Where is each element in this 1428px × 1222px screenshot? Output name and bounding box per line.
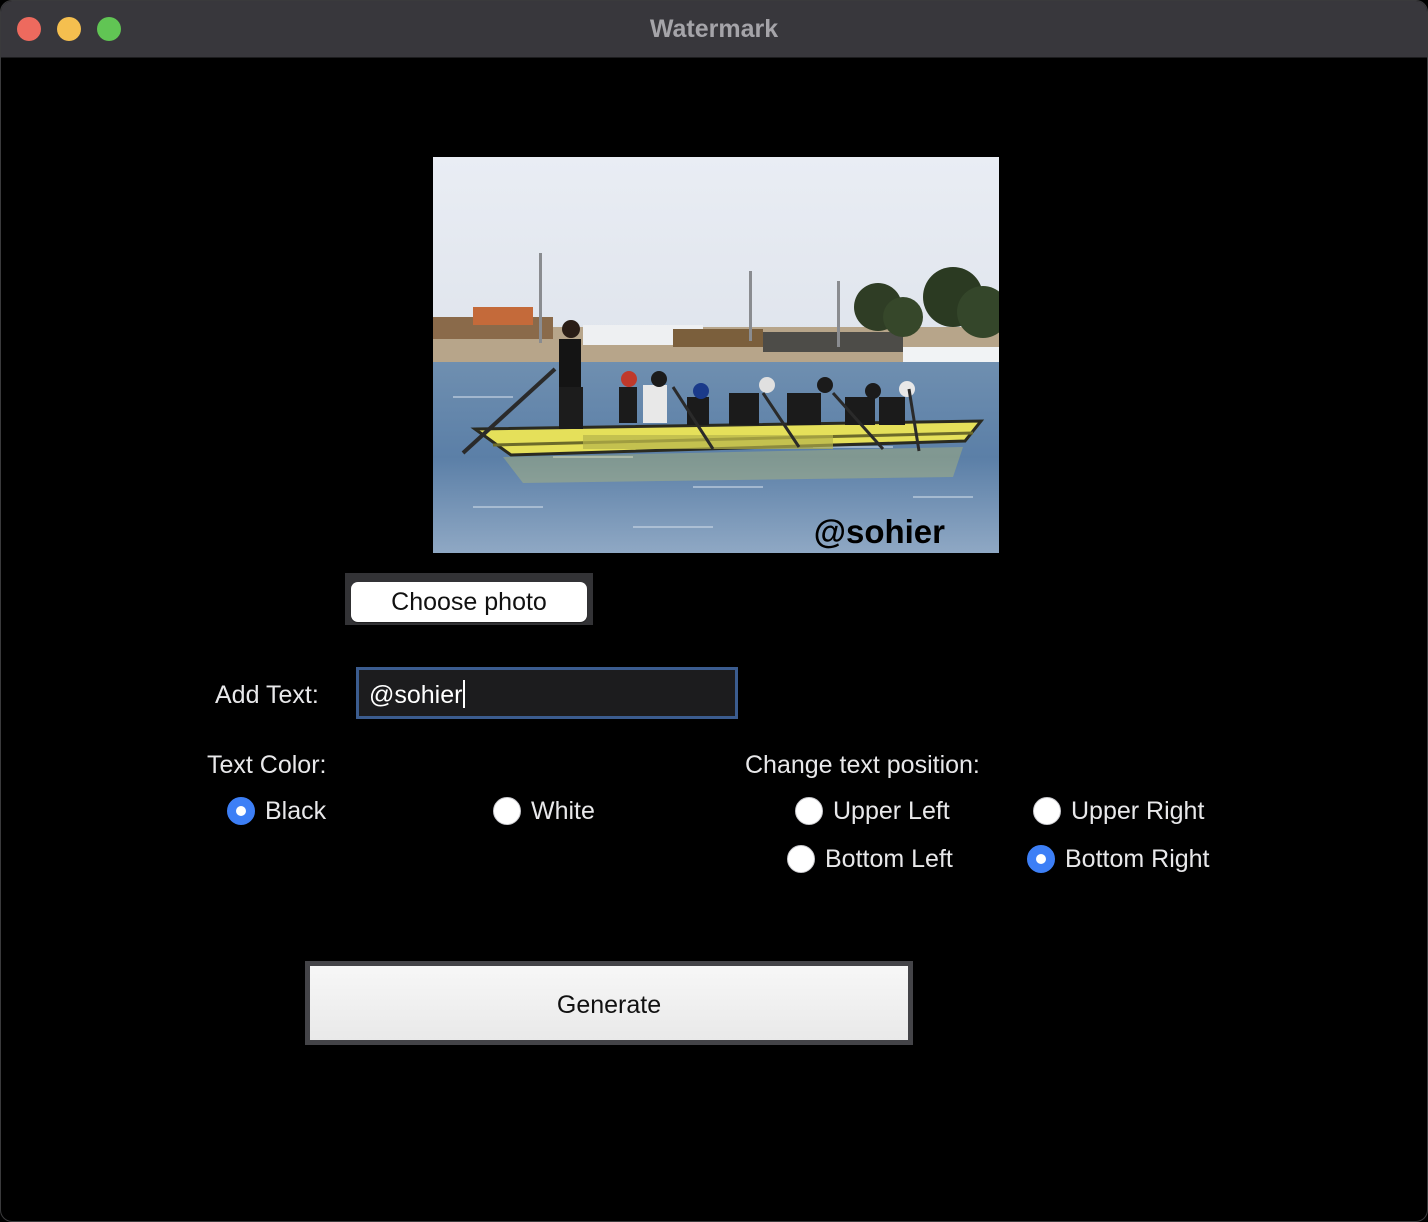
watermark-text-value: @sohier bbox=[369, 681, 463, 709]
radio-bottom-left[interactable] bbox=[787, 845, 815, 873]
radio-bottom-right[interactable] bbox=[1027, 845, 1055, 873]
choose-photo-button[interactable]: Choose photo bbox=[351, 582, 587, 622]
boat-photo-image bbox=[433, 157, 999, 553]
app-window: Watermark @sohier Choose photo Add Text:… bbox=[0, 0, 1428, 1222]
radio-upper-left-label[interactable]: Upper Left bbox=[833, 797, 950, 826]
window-title: Watermark bbox=[649, 15, 779, 43]
radio-upper-right[interactable] bbox=[1033, 797, 1061, 825]
text-position-label: Change text position: bbox=[745, 751, 980, 779]
photo-preview: @sohier bbox=[433, 157, 999, 553]
radio-black[interactable] bbox=[227, 797, 255, 825]
radio-upper-left[interactable] bbox=[795, 797, 823, 825]
radio-white-label[interactable]: White bbox=[531, 797, 595, 826]
text-color-label: Text Color: bbox=[207, 751, 327, 779]
watermark-overlay-text: @sohier bbox=[813, 513, 945, 550]
watermark-text-input[interactable]: @sohier bbox=[356, 667, 738, 719]
radio-white[interactable] bbox=[493, 797, 521, 825]
title-bar: Watermark bbox=[1, 1, 1427, 58]
radio-black-label[interactable]: Black bbox=[265, 797, 326, 826]
add-text-label: Add Text: bbox=[215, 681, 319, 709]
generate-button[interactable]: Generate bbox=[310, 966, 908, 1040]
radio-upper-right-label[interactable]: Upper Right bbox=[1071, 797, 1204, 826]
radio-bottom-right-label[interactable]: Bottom Right bbox=[1065, 845, 1210, 874]
text-caret bbox=[463, 680, 466, 708]
radio-bottom-left-label[interactable]: Bottom Left bbox=[825, 845, 953, 874]
